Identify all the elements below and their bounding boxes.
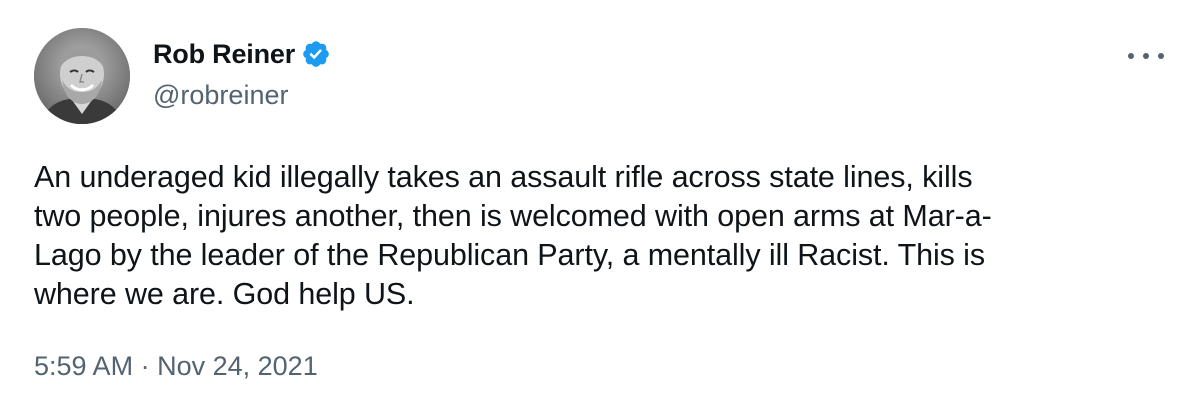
tweet-text-line: Lago by the leader of the Republican Par… xyxy=(34,238,986,272)
tweet-text-line: where we are. God help US. xyxy=(34,277,415,311)
avatar[interactable] xyxy=(34,28,130,124)
tweet-text: An underaged kid illegally takes an assa… xyxy=(34,158,1164,314)
author-name-row[interactable]: Rob Reiner xyxy=(153,36,331,72)
tweet-text-line: two people, injures another, then is wel… xyxy=(34,199,992,233)
tweet-text-line: An underaged kid illegally takes an assa… xyxy=(34,160,973,194)
more-icon xyxy=(1143,53,1149,59)
timestamp-separator: · xyxy=(140,351,150,381)
tweet-time[interactable]: 5:59 AM xyxy=(34,351,133,381)
more-icon xyxy=(1158,53,1164,59)
more-options-button[interactable] xyxy=(1128,44,1164,68)
author-handle[interactable]: @robreiner xyxy=(153,80,288,111)
verified-badge-icon xyxy=(301,39,331,69)
author-display-name[interactable]: Rob Reiner xyxy=(153,39,295,70)
profile-photo-icon xyxy=(34,28,130,124)
more-icon xyxy=(1128,53,1134,59)
tweet-date[interactable]: Nov 24, 2021 xyxy=(157,351,318,381)
tweet-timestamp[interactable]: 5:59 AM · Nov 24, 2021 xyxy=(34,351,318,382)
tweet-card: Rob Reiner @robreiner An underaged kid i… xyxy=(0,0,1196,420)
